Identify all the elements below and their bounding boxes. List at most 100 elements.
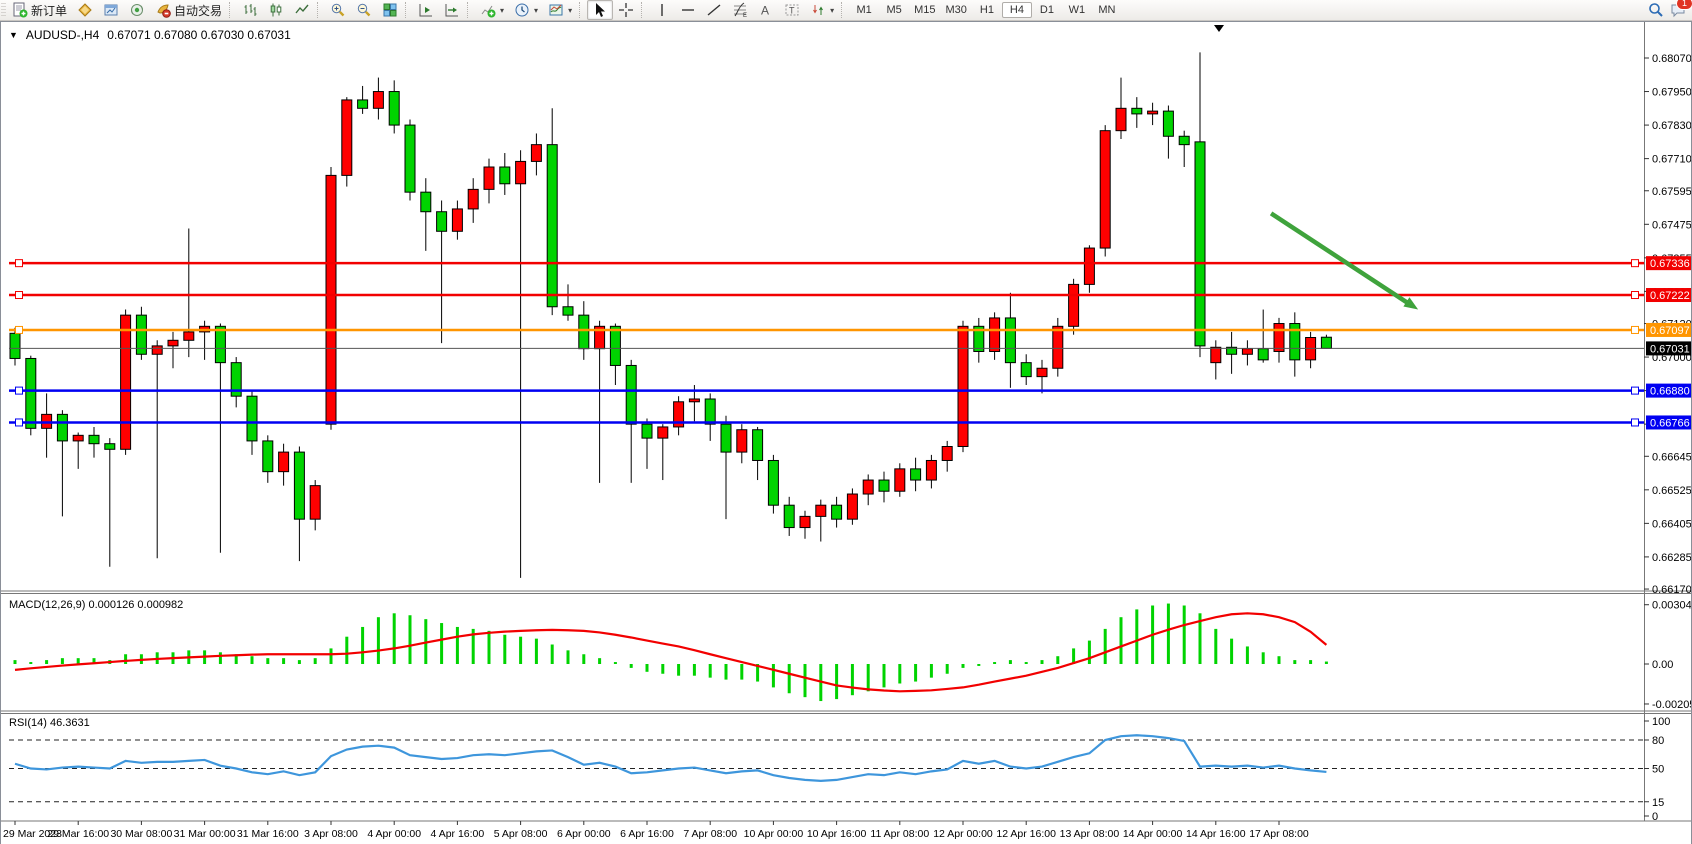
- cursor-tool-button[interactable]: [587, 0, 613, 20]
- macd-bar: [1104, 629, 1107, 664]
- line-chart-icon: [294, 2, 310, 18]
- templates-button[interactable]: ▾: [543, 0, 577, 20]
- line-handle[interactable]: [16, 326, 23, 333]
- line-handle[interactable]: [1632, 260, 1639, 267]
- label-tool[interactable]: T: [779, 0, 805, 20]
- toolbar-grip[interactable]: [1, 3, 6, 17]
- time-axis[interactable]: 29 Mar 202329 Mar 16:0030 Mar 08:0031 Ma…: [3, 821, 1309, 840]
- timeframe-m1[interactable]: M1: [849, 2, 879, 18]
- candle: [26, 358, 36, 428]
- timeframe-m30[interactable]: M30: [941, 2, 972, 18]
- candle-chart-button[interactable]: [263, 0, 289, 20]
- svg-text:0.67710: 0.67710: [1652, 154, 1691, 166]
- chart-symbol-period: AUDUSD-,H4: [26, 28, 99, 42]
- market-watch-button[interactable]: [124, 0, 150, 20]
- macd-bar: [946, 664, 949, 674]
- svg-text:50: 50: [1652, 764, 1664, 776]
- trendline-tool[interactable]: [701, 0, 727, 20]
- timeframe-w1[interactable]: W1: [1062, 2, 1092, 18]
- chart-menu-triangle[interactable]: ▼: [9, 30, 18, 40]
- search-icon[interactable]: [1648, 2, 1664, 18]
- svg-text:0.67336: 0.67336: [1650, 258, 1690, 270]
- svg-text:A: A: [761, 4, 769, 18]
- macd-bar: [630, 664, 633, 668]
- line-handle[interactable]: [16, 292, 23, 299]
- macd-bar: [330, 648, 333, 664]
- macd-bar: [1056, 656, 1059, 664]
- notification-badge: 1: [1676, 0, 1692, 10]
- dropdown-caret: ▾: [534, 6, 538, 15]
- svg-text:0.66285: 0.66285: [1652, 552, 1691, 564]
- candle: [152, 346, 162, 354]
- macd-bar: [409, 615, 412, 664]
- macd-bar: [1041, 660, 1044, 664]
- auto-scroll-button[interactable]: [413, 0, 439, 20]
- tile-windows-button[interactable]: [377, 0, 403, 20]
- auto-scroll-icon: [418, 2, 434, 18]
- line-handle[interactable]: [1632, 326, 1639, 333]
- macd-bar: [614, 662, 617, 664]
- candle: [294, 452, 304, 519]
- timeframe-d1[interactable]: D1: [1032, 2, 1062, 18]
- horizontal-line-tool[interactable]: [675, 0, 701, 20]
- trend-arrow[interactable]: [1271, 213, 1408, 303]
- macd-bar: [740, 664, 743, 680]
- candle: [879, 480, 889, 491]
- macd-bar: [488, 631, 491, 664]
- candle: [1005, 318, 1015, 363]
- timeframe-m5[interactable]: M5: [879, 2, 909, 18]
- candle: [279, 452, 289, 472]
- svg-text:0: 0: [1652, 811, 1658, 823]
- macd-bar: [551, 645, 554, 665]
- timeframe-h4[interactable]: H4: [1002, 2, 1032, 18]
- tile-windows-icon: [382, 2, 398, 18]
- candle: [942, 447, 952, 461]
- macd-bar: [788, 664, 791, 693]
- zoom-out-button[interactable]: [351, 0, 377, 20]
- candle: [863, 480, 873, 494]
- macd-bar: [393, 613, 396, 664]
- macd-bar: [867, 664, 870, 691]
- mt4-window: { "toolbar": { "new_order_label": "新订单",…: [0, 0, 1692, 844]
- line-handle[interactable]: [1632, 387, 1639, 394]
- macd-bar: [1230, 639, 1233, 664]
- candle: [847, 494, 857, 519]
- notifications-button[interactable]: 1: [1670, 2, 1686, 18]
- line-handle[interactable]: [1632, 292, 1639, 299]
- candle: [1258, 349, 1268, 360]
- svg-text:12 Apr 00:00: 12 Apr 00:00: [933, 828, 993, 840]
- zoom-in-button[interactable]: [325, 0, 351, 20]
- line-chart-button[interactable]: [289, 0, 315, 20]
- vertical-line-tool[interactable]: [649, 0, 675, 20]
- timeframe-m15[interactable]: M15: [909, 2, 940, 18]
- new-chart-button[interactable]: [72, 0, 98, 20]
- timeframe-mn[interactable]: MN: [1092, 2, 1122, 18]
- bar-chart-button[interactable]: [237, 0, 263, 20]
- auto-trading-button[interactable]: 自动交易: [150, 0, 227, 20]
- timeframe-h1[interactable]: H1: [972, 2, 1002, 18]
- macd-bar: [914, 664, 917, 682]
- arrows-tool[interactable]: ▾: [805, 0, 839, 20]
- new-order-button[interactable]: 新订单: [7, 0, 72, 20]
- macd-bar: [962, 664, 965, 668]
- chart-canvas[interactable]: 0.680700.679500.678300.677100.675950.674…: [1, 22, 1691, 844]
- line-handle[interactable]: [16, 260, 23, 267]
- text-tool[interactable]: A: [753, 0, 779, 20]
- chart-shift-button[interactable]: [439, 0, 465, 20]
- line-handle[interactable]: [16, 387, 23, 394]
- line-handle[interactable]: [16, 419, 23, 426]
- indicators-button[interactable]: ▾: [475, 0, 509, 20]
- svg-text:0.67031: 0.67031: [1650, 343, 1690, 355]
- macd-pane: 0.003040.00-0.00205: [14, 600, 1692, 711]
- candle: [452, 209, 462, 231]
- crosshair-tool-button[interactable]: [613, 0, 639, 20]
- fibonacci-tool[interactable]: E: [727, 0, 753, 20]
- svg-text:6 Apr 16:00: 6 Apr 16:00: [620, 828, 674, 840]
- chart-shift-marker[interactable]: [1214, 25, 1224, 32]
- line-handle[interactable]: [1632, 419, 1639, 426]
- macd-bar: [993, 662, 996, 664]
- candle: [832, 505, 842, 519]
- profiles-button[interactable]: [98, 0, 124, 20]
- periods-button[interactable]: ▾: [509, 0, 543, 20]
- candle: [184, 332, 194, 340]
